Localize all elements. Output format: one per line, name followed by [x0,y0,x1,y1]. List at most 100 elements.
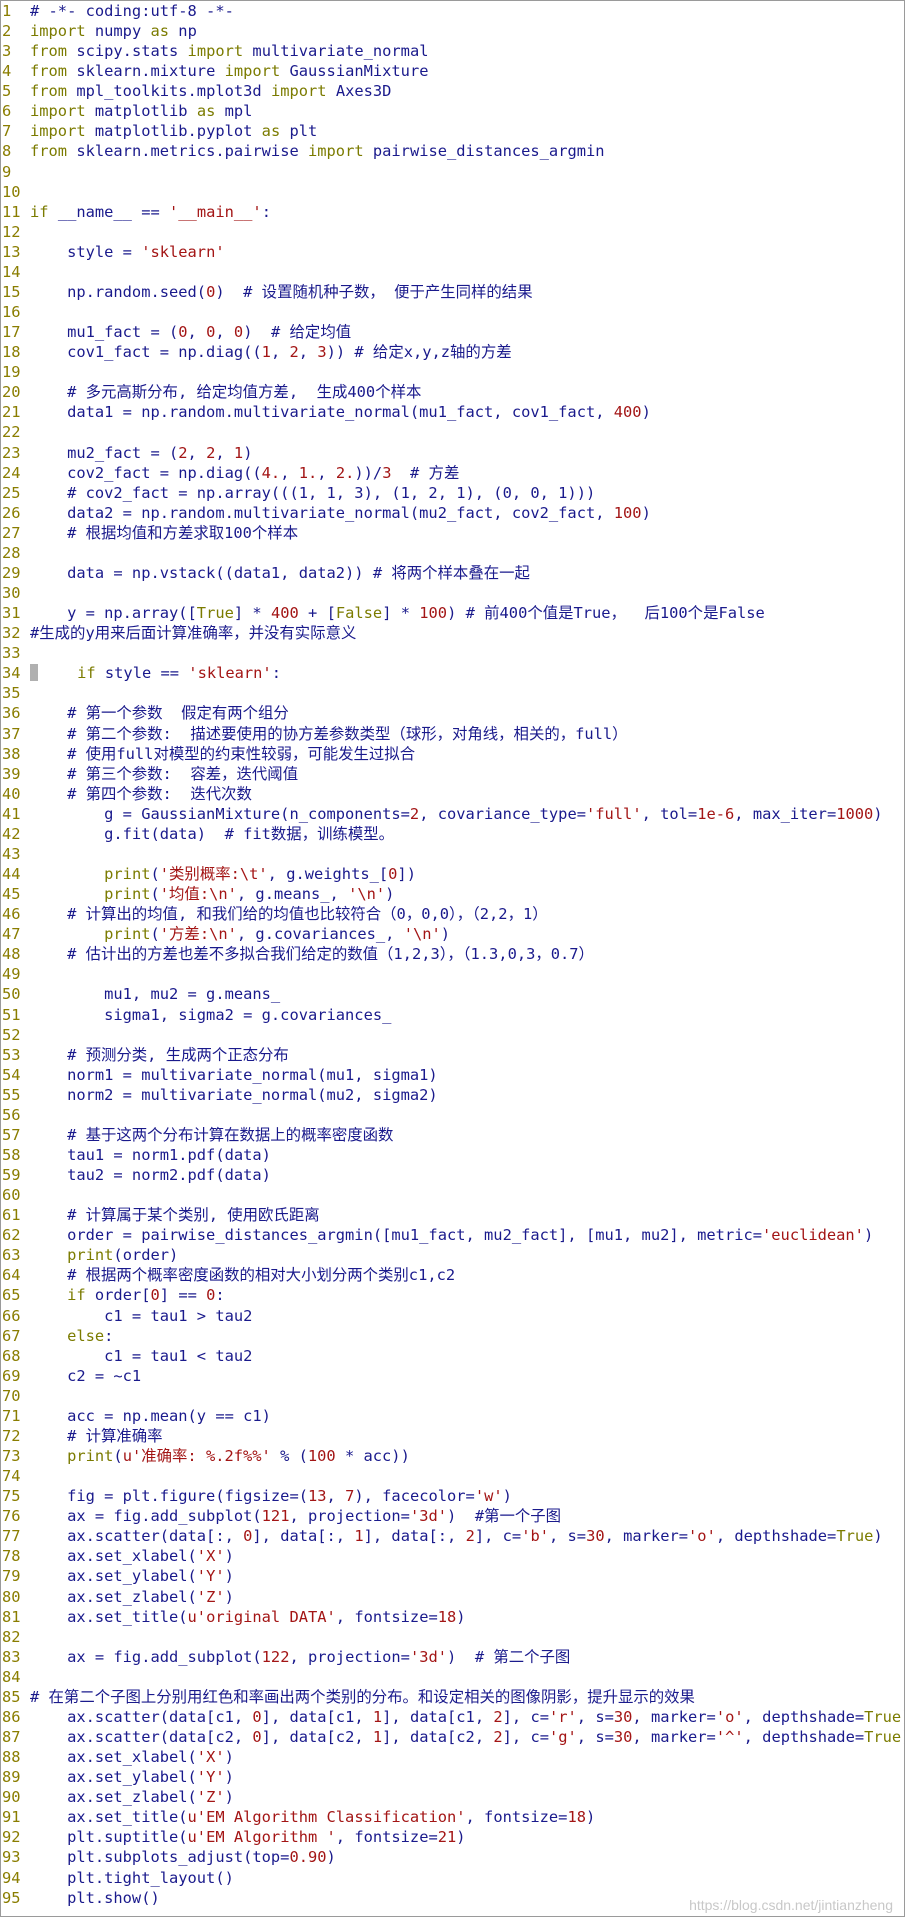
code-line[interactable]: 68 c1 = tau1 < tau2 [1,1346,904,1366]
code-line[interactable]: 27 # 根据均值和方差求取100个样本 [1,523,904,543]
code-line[interactable]: 81 ax.set_title(u'original DATA', fontsi… [1,1607,904,1627]
code-line[interactable]: 7 import matplotlib.pyplot as plt [1,121,904,141]
code-line[interactable]: 33 [1,643,904,663]
code-line[interactable]: 65 if order[0] == 0: [1,1285,904,1305]
code-line[interactable]: 32 #生成的y用来后面计算准确率，并没有实际意义 [1,623,904,643]
code-line[interactable]: 85 # 在第二个子图上分别用红色和率画出两个类别的分布。和设定相关的图像阴影，提… [1,1687,904,1707]
code-line[interactable]: 48 # 估计出的方差也差不多拟合我们给定的数值（1,2,3），（1.3,0,3… [1,944,904,964]
code-line[interactable]: 46 # 计算出的均值, 和我们给的均值也比较符合（0，0,0），（2,2，1） [1,904,904,924]
code-line[interactable]: 87 ax.scatter(data[c2, 0], data[c2, 1], … [1,1727,904,1747]
code-line[interactable]: 23 mu2_fact = (2, 2, 1) [1,443,904,463]
code-line[interactable]: 31 y = np.array([True] * 400 + [False] *… [1,603,904,623]
code-line[interactable]: 52 [1,1025,904,1045]
code-line[interactable]: 61 # 计算属于某个类别, 使用欧氏距离 [1,1205,904,1225]
code-line[interactable]: 50 mu1, mu2 = g.means_ [1,984,904,1004]
code-line[interactable]: 79 ax.set_ylabel('Y') [1,1566,904,1586]
code-line[interactable]: 83 ax = fig.add_subplot(122, projection=… [1,1647,904,1667]
code-line[interactable]: 91 ax.set_title(u'EM Algorithm Classific… [1,1807,904,1827]
code-line[interactable]: 38 # 使用full对模型的约束性较弱，可能发生过拟合 [1,744,904,764]
code-line[interactable]: 35 [1,683,904,703]
code-line[interactable]: 57 # 基于这两个分布计算在数据上的概率密度函数 [1,1125,904,1145]
code-line[interactable]: 71 acc = np.mean(y == c1) [1,1406,904,1426]
code-line[interactable]: 72 # 计算准确率 [1,1426,904,1446]
code-line[interactable]: 76 ax = fig.add_subplot(121, projection=… [1,1506,904,1526]
code-text: ax.set_title(u'original DATA', fontsize=… [30,1607,466,1627]
code-line[interactable]: 12 [1,222,904,242]
code-line[interactable]: 11 if __name__ == '__main__': [1,202,904,222]
code-line[interactable]: 18 cov1_fact = np.diag((1, 2, 3)) # 给定x,… [1,342,904,362]
code-line[interactable]: 28 [1,543,904,563]
code-line[interactable]: 13 style = 'sklearn' [1,242,904,262]
code-line[interactable]: 44 print('类别概率:\t', g.weights_[0]) [1,864,904,884]
code-line[interactable]: 9 [1,162,904,182]
code-line[interactable]: 88 ax.set_xlabel('X') [1,1747,904,1767]
code-line[interactable]: 77 ax.scatter(data[:, 0], data[:, 1], da… [1,1526,904,1546]
code-line[interactable]: 10 [1,182,904,202]
code-line[interactable]: 3 from scipy.stats import multivariate_no… [1,41,904,61]
code-line[interactable]: 22 [1,422,904,442]
code-line[interactable]: 73 print(u'准确率: %.2f%%' % (100 * acc)) [1,1446,904,1466]
code-line[interactable]: 36 # 第一个参数 假定有两个组分 [1,703,904,723]
code-line[interactable]: 89 ax.set_ylabel('Y') [1,1767,904,1787]
code-line[interactable]: 56 [1,1105,904,1125]
code-line[interactable]: 75 fig = plt.figure(figsize=(13, 7), fac… [1,1486,904,1506]
code-line[interactable]: 21 data1 = np.random.multivariate_normal… [1,402,904,422]
code-line[interactable]: 60 [1,1185,904,1205]
code-line[interactable]: 14 [1,262,904,282]
code-line[interactable]: 6 import matplotlib as mpl [1,101,904,121]
code-line[interactable]: 5 from mpl_toolkits.mplot3d import Axes3D [1,81,904,101]
code-line[interactable]: 55 norm2 = multivariate_normal(mu2, sigm… [1,1085,904,1105]
code-line[interactable]: 30 [1,583,904,603]
code-line[interactable]: 29 data = np.vstack((data1, data2)) # 将两… [1,563,904,583]
code-line[interactable]: 8 from sklearn.metrics.pairwise import pa… [1,141,904,161]
code-line[interactable]: 64 # 根据两个概率密度函数的相对大小划分两个类别c1,c2 [1,1265,904,1285]
code-line[interactable]: 45 print('均值:\n', g.means_, '\n') [1,884,904,904]
code-line[interactable]: 94 plt.tight_layout() [1,1868,904,1888]
code-line[interactable]: 2 import numpy as np [1,21,904,41]
code-line[interactable]: 37 # 第二个参数: 描述要使用的协方差参数类型（球形，对角线，相关的，ful… [1,724,904,744]
code-line[interactable]: 42 g.fit(data) # fit数据，训练模型。 [1,824,904,844]
code-line[interactable]: 51 sigma1, sigma2 = g.covariances_ [1,1005,904,1025]
code-line[interactable]: 40 # 第四个参数: 迭代次数 [1,784,904,804]
code-line[interactable]: 19 [1,362,904,382]
code-line[interactable]: 82 [1,1627,904,1647]
code-line[interactable]: 92 plt.suptitle(u'EM Algorithm ', fontsi… [1,1827,904,1847]
code-line[interactable]: 84 [1,1667,904,1687]
code-line[interactable]: 26 data2 = np.random.multivariate_normal… [1,503,904,523]
code-line[interactable]: 54 norm1 = multivariate_normal(mu1, sigm… [1,1065,904,1085]
code-line[interactable]: 80 ax.set_zlabel('Z') [1,1587,904,1607]
code-line[interactable]: 67 else: [1,1326,904,1346]
code-line[interactable]: 24 cov2_fact = np.diag((4., 1., 2.))/3 #… [1,463,904,483]
code-line[interactable]: 4 from sklearn.mixture import GaussianMix… [1,61,904,81]
code-token: ] == [159,1286,207,1305]
code-line[interactable]: 1 # -*- coding:utf-8 -*- [1,1,904,21]
code-line[interactable]: 25 # cov2_fact = np.array(((1, 1, 3), (1… [1,483,904,503]
code-line[interactable]: 93 plt.subplots_adjust(top=0.90) [1,1847,904,1867]
code-token: ) [243,443,253,462]
code-line[interactable]: 16 [1,302,904,322]
code-line[interactable]: 70 [1,1386,904,1406]
code-line[interactable]: 39 # 第三个参数: 容差，迭代阈值 [1,764,904,784]
code-line[interactable]: 63 print(order) [1,1245,904,1265]
code-line[interactable]: 86 ax.scatter(data[c1, 0], data[c1, 1], … [1,1707,904,1727]
code-line[interactable]: 34 if style == 'sklearn': [1,663,904,683]
code-line[interactable]: 74 [1,1466,904,1486]
code-line[interactable]: 69 c2 = ~c1 [1,1366,904,1386]
code-line[interactable]: 47 print('方差:\n', g.covariances_, '\n') [1,924,904,944]
code-line[interactable]: 78 ax.set_xlabel('X') [1,1546,904,1566]
code-line[interactable]: 62 order = pairwise_distances_argmin([mu… [1,1225,904,1245]
code-line[interactable]: 15 np.random.seed(0) # 设置随机种子数， 便于产生同样的结… [1,282,904,302]
code-line[interactable]: 53 # 预测分类, 生成两个正态分布 [1,1045,904,1065]
code-line[interactable]: 20 # 多元高斯分布, 给定均值方差, 生成400个样本 [1,382,904,402]
code-line[interactable]: 43 [1,844,904,864]
code-line[interactable]: 66 c1 = tau1 > tau2 [1,1306,904,1326]
code-line[interactable]: 58 tau1 = norm1.pdf(data) [1,1145,904,1165]
code-line[interactable]: 17 mu1_fact = (0, 0, 0) # 给定均值 [1,322,904,342]
code-line[interactable]: 41 g = GaussianMixture(n_components=2, c… [1,804,904,824]
code-token: 30 [586,1527,605,1546]
code-line[interactable]: 49 [1,964,904,984]
line-number: 49 [2,965,21,984]
code-line[interactable]: 90 ax.set_zlabel('Z') [1,1787,904,1807]
code-line[interactable]: 59 tau2 = norm2.pdf(data) [1,1165,904,1185]
code-editor[interactable]: 1 # -*- coding:utf-8 -*- 2 import numpy as … [0,0,905,1917]
